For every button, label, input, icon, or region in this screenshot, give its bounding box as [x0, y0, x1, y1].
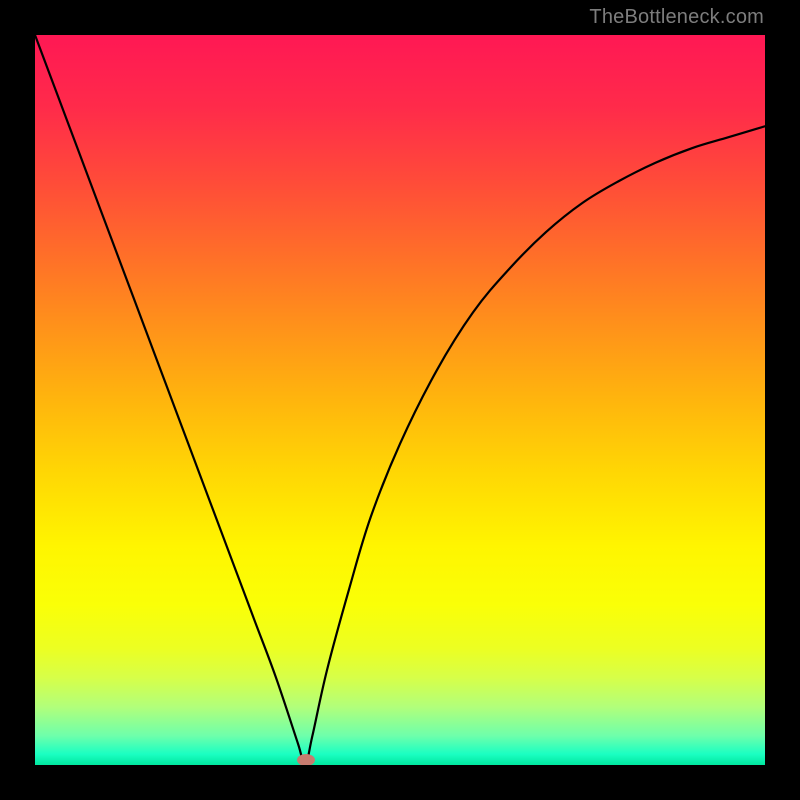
watermark-text: TheBottleneck.com	[589, 6, 764, 29]
bottleneck-curve	[35, 35, 765, 765]
chart-container: TheBottleneck.com	[0, 0, 800, 800]
optimal-point-marker	[297, 754, 315, 765]
plot-area	[35, 35, 765, 765]
